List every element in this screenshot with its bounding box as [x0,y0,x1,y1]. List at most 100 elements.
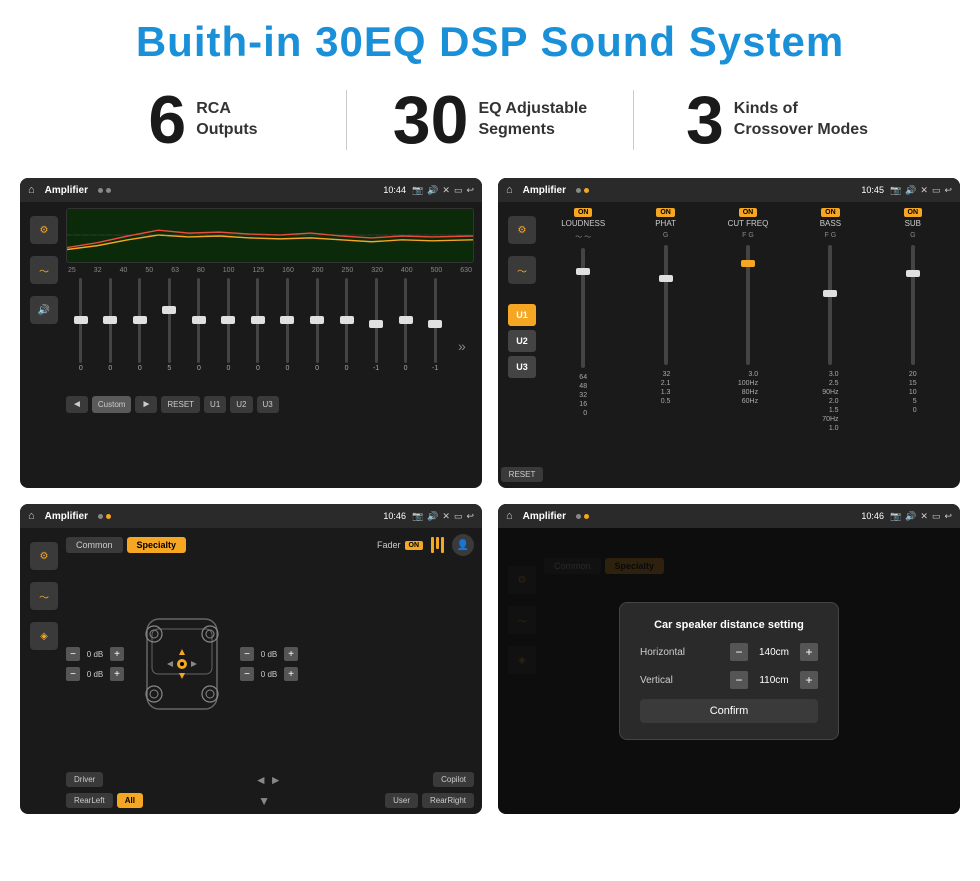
eq-speaker-btn[interactable]: 🔊 [30,296,58,324]
horizontal-minus[interactable]: − [730,643,748,661]
eq-u2-btn[interactable]: U2 [230,396,252,413]
vol-fl-minus[interactable]: − [66,647,80,661]
eq-u3-btn[interactable]: U3 [257,396,279,413]
sub-on[interactable]: ON [904,208,923,217]
fader-on-badge[interactable]: ON [405,541,424,550]
eq-expand[interactable]: » [452,303,472,388]
eq-slider-0[interactable]: 0 [68,278,94,388]
home-icon-4[interactable]: ⌂ [506,510,513,522]
vol-rl-plus[interactable]: + [110,667,124,681]
speaker-layout: − 0 dB + − 0 dB + [66,562,474,766]
phat-on[interactable]: ON [656,208,675,217]
confirm-button[interactable]: Confirm [640,699,818,723]
loudness-on[interactable]: ON [574,208,593,217]
dialog-vertical-row: Vertical − 110cm + [640,671,818,689]
bass-slider[interactable] [828,245,832,365]
bass-on[interactable]: ON [821,208,840,217]
loudness-slider[interactable] [581,248,585,368]
x-icon-4: ✕ [920,511,928,522]
arrow-up-down: ◄ ► [255,773,282,787]
dialog-box: Car speaker distance setting Horizontal … [619,602,839,740]
fader-profile-btn[interactable]: 👤 [452,534,474,556]
arrow-down[interactable]: ► [270,773,282,787]
cutfreq-on[interactable]: ON [739,208,758,217]
btn-rearleft[interactable]: RearLeft [66,793,113,808]
eq-slider-8[interactable]: 0 [304,278,330,388]
vol-fl-plus[interactable]: + [110,647,124,661]
vol-left-col: − 0 dB + − 0 dB + [66,647,124,681]
eq-slider-5[interactable]: 0 [216,278,242,388]
volume-icon-3: 🔊 [427,511,438,522]
cross-wave-btn[interactable]: 〜 [508,256,536,284]
window-icon-1: ▭ [454,185,463,196]
vol-rr: − 0 dB + [240,667,298,681]
fader-bar1 [431,537,434,553]
dot7 [576,514,581,519]
eq-prev-btn[interactable]: ◄ [66,396,88,413]
arrow-bottom[interactable]: ▼ [258,794,270,808]
dot3 [576,188,581,193]
cross-reset-btn[interactable]: RESET [501,467,544,482]
eq-slider-6[interactable]: 0 [245,278,271,388]
eq-u1-btn[interactable]: U1 [204,396,226,413]
eq-slider-11[interactable]: 0 [393,278,419,388]
eq-slider-4[interactable]: 0 [186,278,212,388]
vol-fr-plus[interactable]: + [284,647,298,661]
back-icon-3[interactable]: ↩ [466,511,474,522]
camera-icon-1: 📷 [412,185,423,196]
vertical-minus[interactable]: − [730,671,748,689]
status-dots-2 [576,188,589,193]
eq-slider-12[interactable]: -1 [422,278,448,388]
eq-reset-btn[interactable]: RESET [161,396,200,413]
back-icon-1[interactable]: ↩ [466,185,474,196]
vol-rl-minus[interactable]: − [66,667,80,681]
screen-eq: ⌂ Amplifier 10:44 📷 🔊 ✕ ▭ ↩ ⚙ 〜 🔊 [20,178,482,488]
eq-slider-1[interactable]: 0 [98,278,124,388]
screen1-content: ⚙ 〜 🔊 2532 4050 6380 100125 [20,202,482,488]
vertical-plus[interactable]: + [800,671,818,689]
u3-btn[interactable]: U3 [508,356,536,378]
status-icons-3: 📷 🔊 ✕ ▭ ↩ [412,511,474,522]
phat-slider[interactable] [664,245,668,365]
u2-btn[interactable]: U2 [508,330,536,352]
status-bar-3: ⌂ Amplifier 10:46 📷 🔊 ✕ ▭ ↩ [20,504,482,528]
vol-rl-val: 0 dB [83,670,107,679]
btn-driver[interactable]: Driver [66,772,103,787]
eq-slider-10[interactable]: -1 [363,278,389,388]
eq-wave-btn[interactable]: 〜 [30,256,58,284]
arrow-up[interactable]: ◄ [255,773,267,787]
vol-fr-minus[interactable]: − [240,647,254,661]
eq-slider-2[interactable]: 0 [127,278,153,388]
eq-slider-3[interactable]: 5 [157,278,183,388]
camera-icon-2: 📷 [890,185,901,196]
fader-wave-btn[interactable]: 〜 [30,582,58,610]
tab-specialty[interactable]: Specialty [127,537,187,553]
dialog-overlay: Car speaker distance setting Horizontal … [498,528,960,814]
home-icon-3[interactable]: ⌂ [28,510,35,522]
back-icon-4[interactable]: ↩ [944,511,952,522]
btn-rearright[interactable]: RearRight [422,793,474,808]
horizontal-plus[interactable]: + [800,643,818,661]
btn-copilot[interactable]: Copilot [433,772,474,787]
home-icon-1[interactable]: ⌂ [28,184,35,196]
btn-user[interactable]: User [385,793,418,808]
channel-phat: ON PHAT G 322.11.30.5 [626,208,704,482]
back-icon-2[interactable]: ↩ [944,185,952,196]
eq-filter-btn[interactable]: ⚙ [30,216,58,244]
cutfreq-slider[interactable] [746,245,750,365]
fader-filter-btn[interactable]: ⚙ [30,542,58,570]
cross-filter-btn[interactable]: ⚙ [508,216,536,244]
tab-common[interactable]: Common [66,537,123,553]
u1-btn[interactable]: U1 [508,304,536,326]
home-icon-2[interactable]: ⌂ [506,184,513,196]
eq-slider-7[interactable]: 0 [275,278,301,388]
fader-speaker-btn[interactable]: ◈ [30,622,58,650]
eq-play-btn[interactable]: ► [135,396,157,413]
vol-rr-minus[interactable]: − [240,667,254,681]
screen3-content: ⚙ 〜 ◈ Common Specialty Fader ON 👤 [20,528,482,814]
bottom-row-2: RearLeft All ▼ User RearRight [66,793,474,808]
btn-all[interactable]: All [117,793,143,808]
eq-slider-9[interactable]: 0 [334,278,360,388]
sub-slider[interactable] [911,245,915,365]
vol-rr-plus[interactable]: + [284,667,298,681]
